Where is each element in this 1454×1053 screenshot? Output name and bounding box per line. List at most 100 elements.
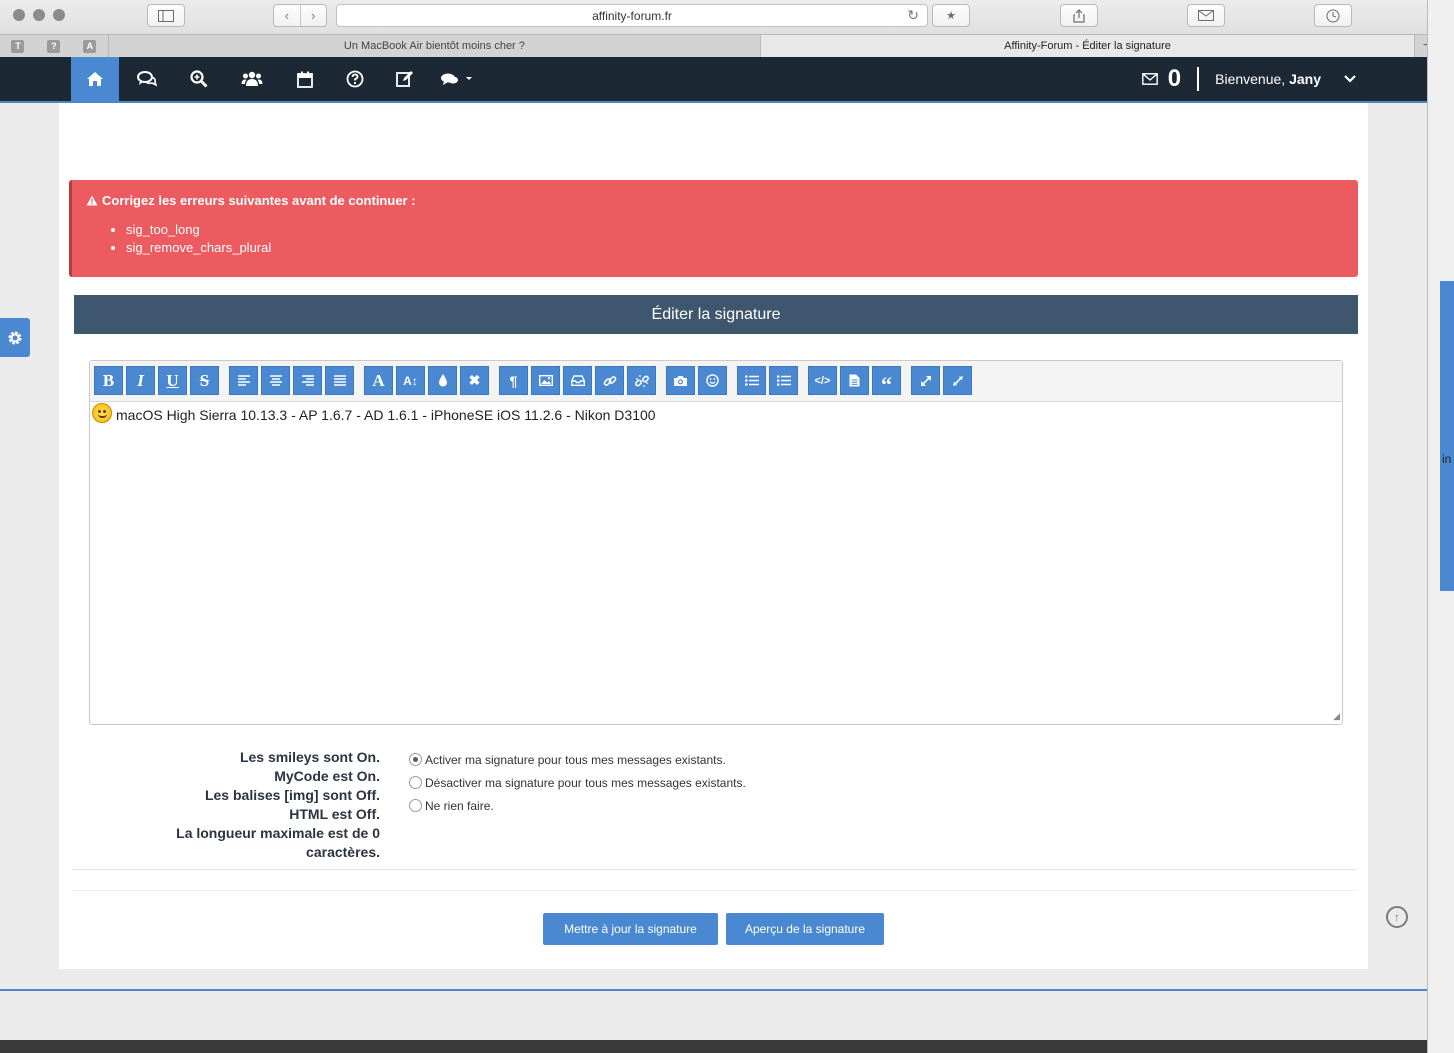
paragraph-button[interactable]: ¶ bbox=[499, 366, 528, 395]
underline-button[interactable]: U bbox=[158, 366, 187, 395]
justify-icon bbox=[333, 375, 346, 386]
expand-icon bbox=[920, 375, 931, 386]
welcome-prefix: Bienvenue, bbox=[1215, 71, 1290, 87]
error-item: sig_too_long bbox=[126, 221, 1358, 239]
inbox-icon bbox=[570, 375, 585, 386]
option-enable[interactable]: Activer ma signature pour tous mes messa… bbox=[409, 748, 746, 771]
users-icon bbox=[241, 71, 263, 86]
align-left-button[interactable] bbox=[229, 366, 258, 395]
resize-handle[interactable]: ◢ bbox=[1333, 711, 1340, 722]
nav-home[interactable] bbox=[71, 57, 119, 101]
signature-options: Activer ma signature pour tous mes messa… bbox=[409, 748, 746, 817]
option-enable-label[interactable]: Activer ma signature pour tous mes messa… bbox=[425, 753, 726, 767]
pinned-tab-1[interactable]: T bbox=[9, 37, 27, 55]
history-button[interactable] bbox=[1314, 4, 1352, 27]
unlink-button[interactable] bbox=[627, 366, 656, 395]
code-button[interactable]: </> bbox=[808, 366, 837, 395]
nav-help[interactable] bbox=[331, 57, 379, 101]
signature-rules: Les smileys sont On. MyCode est On. Les … bbox=[140, 748, 380, 862]
list-ul-icon bbox=[744, 375, 759, 386]
address-bar[interactable]: affinity-forum.fr ↻ bbox=[336, 4, 928, 27]
link-button[interactable] bbox=[595, 366, 624, 395]
email-button[interactable] bbox=[563, 366, 592, 395]
camera-icon bbox=[674, 375, 687, 386]
ordered-list-button[interactable] bbox=[769, 366, 798, 395]
remove-format-button[interactable]: ✖ bbox=[460, 366, 489, 395]
zoom-window-button[interactable] bbox=[53, 9, 65, 21]
radio-disable[interactable] bbox=[409, 776, 422, 789]
option-nothing[interactable]: Ne rien faire. bbox=[409, 794, 746, 817]
content-card: Corrigez les erreurs suivantes avant de … bbox=[59, 103, 1368, 969]
welcome-text[interactable]: Bienvenue, Jany bbox=[1215, 71, 1321, 87]
quote-button[interactable]: “ bbox=[872, 366, 901, 397]
bold-button[interactable]: B bbox=[94, 366, 123, 395]
divider bbox=[1197, 67, 1200, 91]
tab-editer-signature[interactable]: Affinity-Forum - Éditer la signature bbox=[759, 35, 1415, 57]
pinned-tab-2[interactable]: ? bbox=[45, 37, 63, 55]
back-button[interactable]: ‹ bbox=[274, 5, 300, 26]
tab-title: Affinity-Forum - Éditer la signature bbox=[1004, 40, 1171, 52]
tab-bar: T ? A Un MacBook Air bientôt moins cher … bbox=[0, 34, 1440, 57]
option-nothing-label[interactable]: Ne rien faire. bbox=[425, 799, 494, 813]
bullet-list-button[interactable] bbox=[737, 366, 766, 395]
pinned-tab-3[interactable]: A bbox=[81, 37, 99, 55]
update-signature-button[interactable]: Mettre à jour la signature bbox=[543, 913, 718, 945]
justify-button[interactable] bbox=[325, 366, 354, 395]
times-icon: ✖ bbox=[468, 372, 481, 388]
align-left-icon bbox=[237, 375, 250, 386]
chevron-down-icon[interactable] bbox=[1343, 74, 1357, 84]
nav-forums[interactable] bbox=[123, 57, 171, 101]
align-right-button[interactable] bbox=[293, 366, 322, 395]
video-button[interactable] bbox=[666, 366, 695, 395]
radio-nothing[interactable] bbox=[409, 799, 422, 812]
sidebar-toggle-button[interactable] bbox=[147, 4, 185, 27]
align-center-button[interactable] bbox=[261, 366, 290, 395]
code-icon: </> bbox=[814, 374, 831, 387]
maximize-button[interactable] bbox=[911, 366, 940, 395]
text-height-icon: A↕ bbox=[403, 373, 418, 388]
error-item: sig_remove_chars_plural bbox=[126, 239, 1358, 257]
message-count[interactable]: 0 bbox=[1168, 65, 1181, 93]
history-nav: ‹ › bbox=[273, 4, 327, 27]
nav-search[interactable] bbox=[175, 57, 223, 101]
emoticon-button[interactable] bbox=[698, 366, 727, 395]
image-button[interactable] bbox=[531, 366, 560, 395]
star-icon: ★ bbox=[946, 10, 956, 22]
divider bbox=[72, 869, 1357, 870]
preview-signature-button[interactable]: Aperçu de la signature bbox=[726, 913, 884, 945]
tab-macbook-air[interactable]: Un MacBook Air bientôt moins cher ? bbox=[107, 35, 760, 57]
bookmark-button[interactable]: ★ bbox=[932, 4, 970, 27]
error-title-text: Corrigez les erreurs suivantes avant de … bbox=[102, 193, 416, 208]
scroll-to-top-button[interactable]: ↑ bbox=[1386, 906, 1408, 928]
error-alert: Corrigez les erreurs suivantes avant de … bbox=[69, 180, 1358, 277]
mail-button[interactable] bbox=[1187, 4, 1225, 27]
color-button[interactable] bbox=[428, 366, 457, 395]
error-title: Corrigez les erreurs suivantes avant de … bbox=[86, 193, 1358, 208]
user-menu[interactable]: 0 Bienvenue, Jany bbox=[1141, 57, 1357, 101]
radio-enable[interactable] bbox=[409, 753, 422, 766]
signature-textarea[interactable]: macOS High Sierra 10.13.3 - AP 1.6.7 - A… bbox=[90, 402, 1342, 724]
settings-panel-toggle[interactable] bbox=[0, 318, 30, 357]
source-mode-button[interactable] bbox=[943, 366, 972, 395]
font-button[interactable]: A bbox=[364, 366, 393, 395]
option-disable[interactable]: Désactiver ma signature pour tous mes me… bbox=[409, 771, 746, 794]
nav-new-post[interactable] bbox=[381, 57, 429, 101]
share-button[interactable] bbox=[1060, 4, 1098, 27]
nav-calendar[interactable] bbox=[281, 57, 329, 101]
minimize-window-button[interactable] bbox=[33, 9, 45, 21]
strikethrough-button[interactable]: S bbox=[190, 366, 219, 395]
unlink-icon bbox=[634, 374, 649, 387]
list-ol-icon bbox=[776, 375, 791, 386]
reload-icon[interactable]: ↻ bbox=[907, 7, 919, 24]
php-button[interactable] bbox=[840, 366, 869, 395]
option-disable-label[interactable]: Désactiver ma signature pour tous mes me… bbox=[425, 776, 746, 790]
align-center-icon bbox=[269, 375, 282, 386]
nav-members[interactable] bbox=[228, 57, 276, 101]
rule-html: HTML est Off. bbox=[289, 806, 380, 822]
font-size-button[interactable]: A↕ bbox=[396, 366, 425, 395]
nav-chat-menu[interactable] bbox=[434, 57, 478, 101]
forward-button[interactable]: › bbox=[299, 5, 327, 26]
envelope-icon[interactable] bbox=[1141, 73, 1158, 85]
close-window-button[interactable] bbox=[13, 9, 25, 21]
italic-button[interactable]: I bbox=[126, 366, 155, 395]
